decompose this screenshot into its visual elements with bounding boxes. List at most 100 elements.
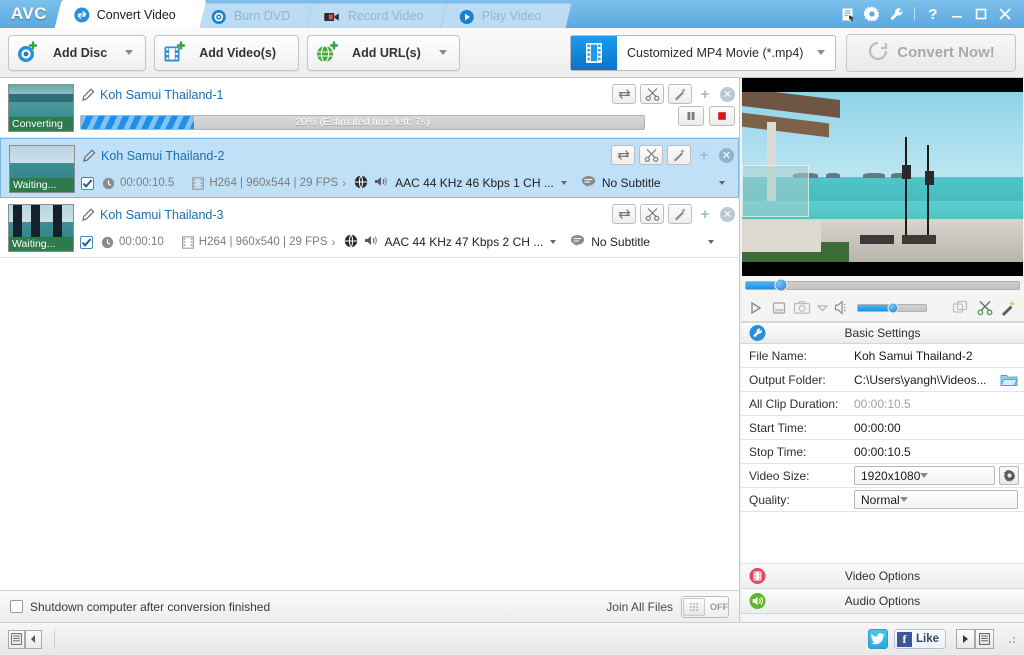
tab-burn-dvd[interactable]: Burn DVD: [192, 3, 321, 28]
register-icon[interactable]: [837, 3, 859, 25]
maximize-icon[interactable]: [970, 3, 992, 25]
facebook-like-button[interactable]: f Like: [894, 629, 946, 649]
convert-row-button[interactable]: [612, 204, 636, 224]
remove-row-button[interactable]: ✕: [720, 87, 735, 102]
audio-track-value[interactable]: AAC 44 KHz 47 Kbps 2 CH ...: [385, 235, 544, 249]
add-row-button[interactable]: +: [695, 146, 713, 164]
log-panel-button[interactable]: [8, 630, 25, 649]
convert-now-button[interactable]: Convert Now!: [846, 34, 1016, 72]
setting-value[interactable]: Koh Samui Thailand-2: [854, 349, 1024, 363]
add-row-button[interactable]: +: [696, 85, 714, 103]
edit-pencil-icon[interactable]: [80, 88, 95, 102]
show-panel-button[interactable]: [956, 629, 975, 649]
twitter-icon[interactable]: [868, 629, 888, 649]
gear-icon[interactable]: [861, 3, 883, 25]
add-disc-button[interactable]: Add Disc: [8, 35, 146, 71]
chevron-down-icon[interactable]: [708, 240, 714, 244]
tab-convert-video[interactable]: Convert Video: [55, 0, 207, 28]
window-controls: ?: [837, 0, 1024, 28]
join-files-toggle[interactable]: OFF: [681, 596, 729, 618]
effects-row-button[interactable]: [667, 145, 691, 165]
wrench-icon[interactable]: [885, 3, 907, 25]
table-row[interactable]: Waiting... Koh Samui Thailand-2: [0, 138, 739, 198]
video-options-section[interactable]: Video Options: [741, 564, 1024, 589]
trim-row-button[interactable]: [639, 145, 663, 165]
add-row-button[interactable]: +: [696, 205, 714, 223]
row-checkbox[interactable]: [81, 177, 94, 190]
add-videos-button[interactable]: Add Video(s): [154, 35, 299, 71]
chevron-down-icon[interactable]: [439, 50, 447, 55]
list-panel-button[interactable]: [975, 629, 994, 649]
setting-row-start-time[interactable]: Start Time: 00:00:00: [741, 416, 1024, 440]
file-name[interactable]: Koh Samui Thailand-1: [100, 88, 223, 102]
edit-pencil-icon[interactable]: [80, 208, 95, 222]
resize-grip[interactable]: [1006, 634, 1016, 644]
expand-chevron-icon[interactable]: ›: [342, 176, 346, 190]
trim-row-button[interactable]: [640, 84, 664, 104]
file-name[interactable]: Koh Samui Thailand-3: [100, 208, 223, 222]
table-row[interactable]: Waiting... Koh Samui Thailand-3: [0, 198, 739, 258]
tab-play-video[interactable]: Play Video: [440, 3, 572, 28]
tab-record-video[interactable]: Record Video: [306, 3, 454, 28]
trim-button[interactable]: [976, 300, 994, 316]
pause-button[interactable]: [678, 106, 704, 126]
setting-row-stop-time[interactable]: Stop Time: 00:00:10.5: [741, 440, 1024, 464]
add-urls-button[interactable]: Add URL(s): [307, 35, 460, 71]
remove-row-button[interactable]: ✕: [720, 207, 735, 222]
video-size-settings-button[interactable]: [999, 466, 1019, 485]
setting-row-quality[interactable]: Quality: Normal: [741, 488, 1024, 512]
table-row[interactable]: Converting Koh Samui Thailand-1 20%: [0, 78, 739, 138]
stop-button[interactable]: [771, 300, 787, 316]
snapshot-button[interactable]: [793, 300, 811, 315]
snapshot-menu-icon[interactable]: [817, 304, 828, 312]
convert-row-button[interactable]: [612, 84, 636, 104]
volume-icon[interactable]: [834, 300, 851, 315]
stop-button[interactable]: [709, 106, 735, 126]
remove-row-button[interactable]: ✕: [719, 148, 734, 163]
help-icon[interactable]: ?: [922, 3, 944, 25]
convert-row-button[interactable]: [611, 145, 635, 165]
effects-row-button[interactable]: [668, 84, 692, 104]
chevron-down-icon[interactable]: [550, 240, 556, 244]
setting-value[interactable]: 00:00:10.5: [854, 445, 1024, 459]
fullscreen-button[interactable]: [952, 300, 970, 316]
output-profile-selector[interactable]: Customized MP4 Movie (*.mp4): [570, 35, 836, 71]
join-files-control: Join All Files OFF: [606, 596, 729, 618]
file-list[interactable]: Converting Koh Samui Thailand-1 20%: [0, 78, 740, 590]
shutdown-checkbox[interactable]: [10, 600, 23, 613]
row-checkbox[interactable]: [80, 236, 93, 249]
seek-handle[interactable]: [775, 279, 788, 292]
setting-value[interactable]: 00:00:00: [854, 421, 1024, 435]
setting-row-output-folder[interactable]: Output Folder: C:\Users\yangh\Videos...: [741, 368, 1024, 392]
setting-label: Video Size:: [741, 469, 854, 483]
expand-chevron-icon[interactable]: ›: [332, 235, 336, 249]
minimize-icon[interactable]: [946, 3, 968, 25]
volume-handle[interactable]: [888, 302, 899, 313]
chevron-down-icon[interactable]: [719, 181, 725, 185]
file-name[interactable]: Koh Samui Thailand-2: [101, 149, 224, 163]
subtitle-value[interactable]: No Subtitle: [591, 235, 650, 249]
collapse-panel-button[interactable]: [25, 630, 42, 649]
audio-options-section[interactable]: Audio Options: [741, 589, 1024, 614]
chevron-down-icon[interactable]: [817, 36, 835, 70]
effects-button[interactable]: [1000, 300, 1018, 316]
chevron-down-icon[interactable]: [561, 181, 567, 185]
trim-row-button[interactable]: [640, 204, 664, 224]
folder-browse-icon[interactable]: [1000, 372, 1024, 387]
quality-select[interactable]: Normal: [854, 490, 1018, 509]
volume-slider[interactable]: [857, 304, 927, 312]
setting-row-video-size[interactable]: Video Size: 1920x1080: [741, 464, 1024, 488]
chevron-down-icon[interactable]: [125, 50, 133, 55]
video-size-select[interactable]: 1920x1080: [854, 466, 995, 485]
video-preview[interactable]: [742, 78, 1023, 276]
subtitle-value[interactable]: No Subtitle: [602, 176, 661, 190]
play-button[interactable]: [747, 300, 765, 316]
seek-bar[interactable]: [745, 281, 1020, 290]
edit-pencil-icon[interactable]: [81, 149, 96, 163]
duration-info: 00:00:10: [101, 236, 164, 249]
effects-row-button[interactable]: [668, 204, 692, 224]
setting-value[interactable]: C:\Users\yangh\Videos...: [854, 373, 1000, 387]
audio-track-value[interactable]: AAC 44 KHz 46 Kbps 1 CH ...: [395, 176, 554, 190]
setting-row-file-name[interactable]: File Name: Koh Samui Thailand-2: [741, 344, 1024, 368]
close-icon[interactable]: [994, 3, 1016, 25]
